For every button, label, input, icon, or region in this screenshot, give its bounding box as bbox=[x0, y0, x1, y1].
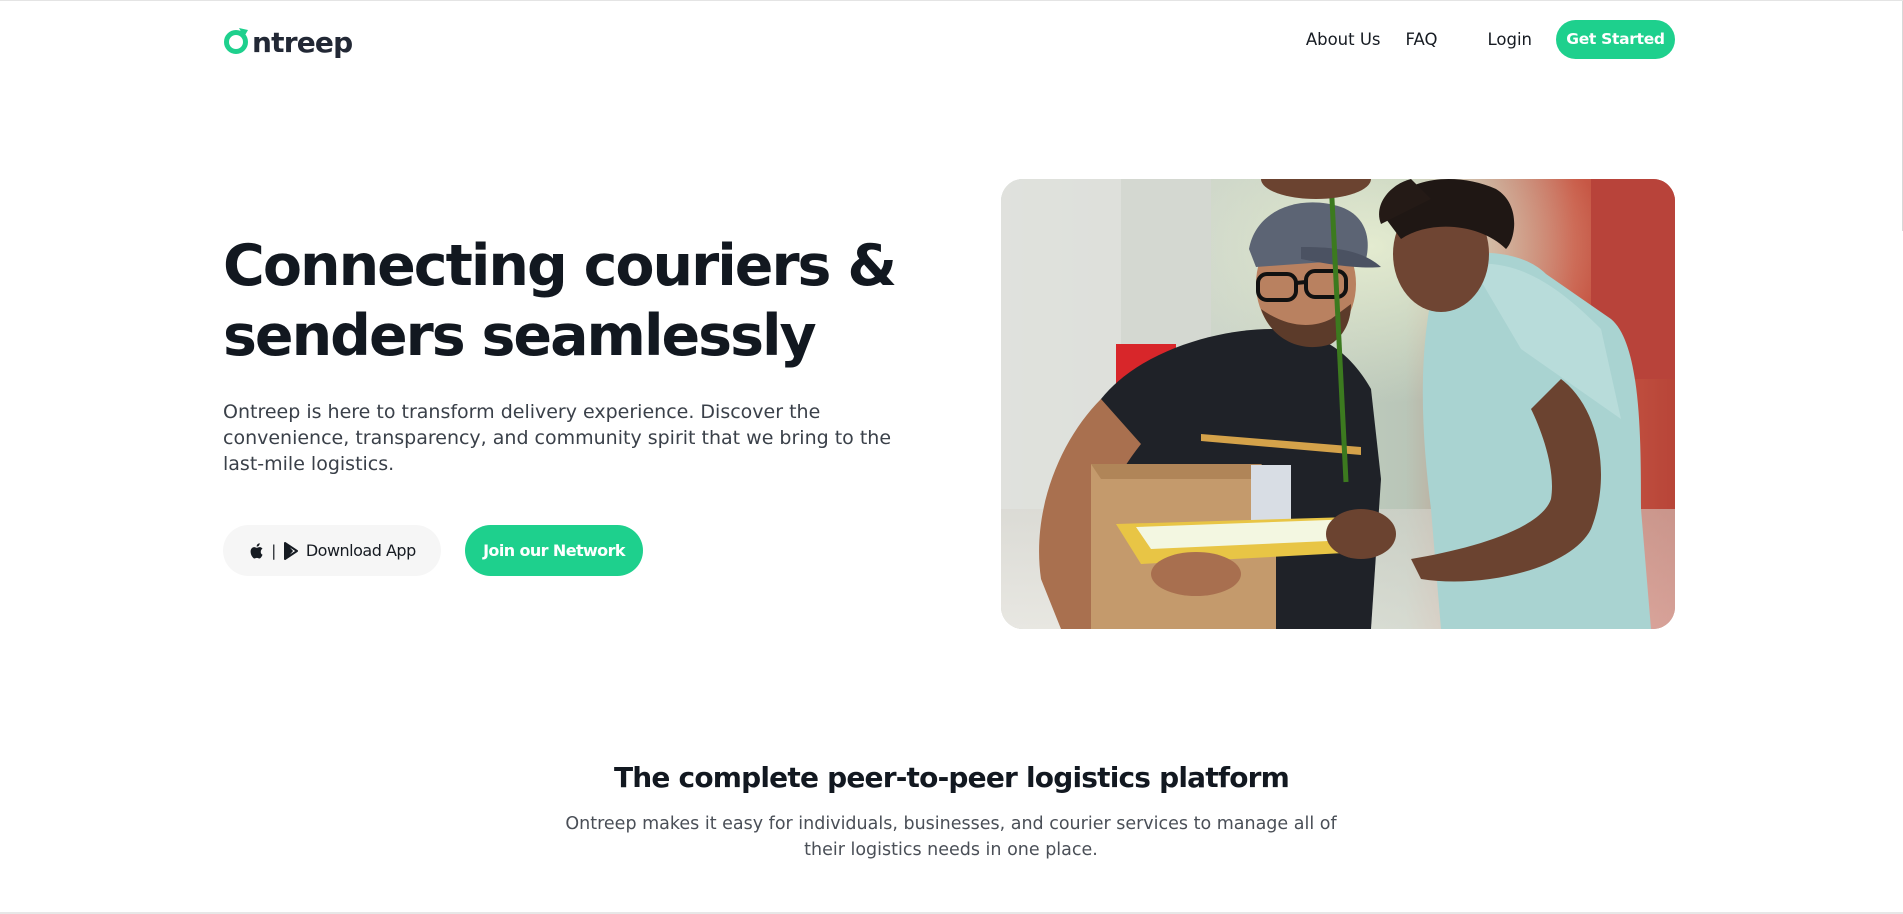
hero-subtitle: Ontreep is here to transform delivery ex… bbox=[223, 401, 892, 475]
section-subtitle: Ontreep makes it easy for individuals, b… bbox=[565, 814, 1337, 860]
site-header: ntreep About Us FAQ Login Get Started bbox=[223, 19, 1675, 61]
page: ntreep About Us FAQ Login Get Started Co… bbox=[0, 0, 1903, 914]
apple-icon bbox=[248, 542, 266, 560]
logo-mark-icon bbox=[223, 27, 251, 55]
nav-login[interactable]: Login bbox=[1487, 30, 1532, 49]
hero-actions: | Download App Join our Network bbox=[223, 525, 643, 576]
section-title: The complete peer-to-peer logistics plat… bbox=[613, 761, 1290, 794]
hero-title: Connecting couriers & senders seamlessly bbox=[223, 231, 923, 371]
nav-faq[interactable]: FAQ bbox=[1406, 30, 1438, 49]
join-network-button[interactable]: Join our Network bbox=[465, 525, 643, 576]
hero-title-line-2: senders seamlessly bbox=[223, 303, 817, 369]
download-separator: | bbox=[271, 541, 276, 560]
nav-about-us[interactable]: About Us bbox=[1306, 30, 1381, 49]
download-app-button[interactable]: | Download App bbox=[223, 525, 441, 576]
get-started-button[interactable]: Get Started bbox=[1556, 19, 1675, 59]
play-store-icon bbox=[282, 541, 300, 560]
brand-logo[interactable]: ntreep bbox=[223, 20, 353, 60]
hero-photo-courier-handing-package bbox=[1001, 179, 1675, 629]
main-nav: About Us FAQ Login Get Started bbox=[1306, 19, 1675, 59]
download-app-label: Download App bbox=[305, 541, 416, 560]
logo-text: ntreep bbox=[252, 25, 353, 59]
hero-title-line-1: Connecting couriers & bbox=[223, 233, 897, 299]
